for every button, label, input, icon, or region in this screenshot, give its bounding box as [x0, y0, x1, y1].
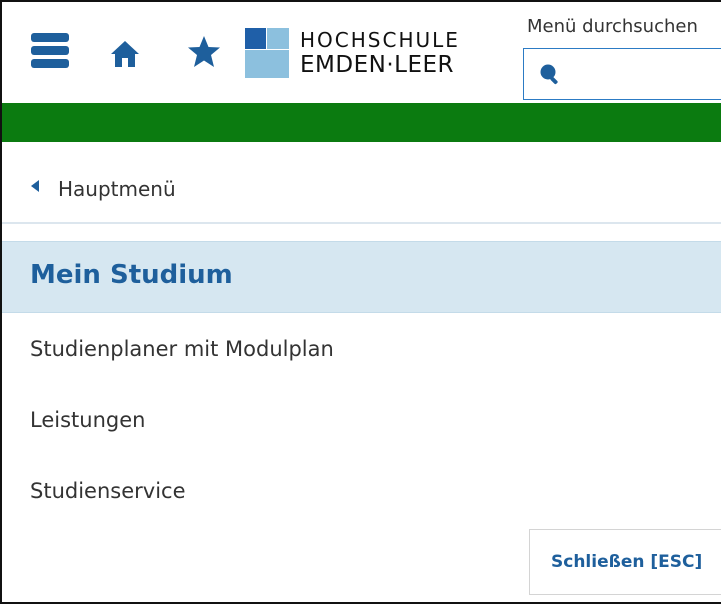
star-icon[interactable] — [187, 35, 221, 69]
menu-icon[interactable] — [31, 32, 69, 70]
logo-mark — [245, 28, 266, 49]
logo-mark-part — [267, 28, 289, 49]
section-header: Mein Studium — [2, 241, 721, 313]
search-label: Menü durchsuchen — [527, 16, 698, 37]
logo-text-line1: HOCHSCHULE — [300, 28, 460, 52]
back-to-main-menu[interactable]: Hauptmenü — [2, 142, 721, 224]
home-icon[interactable] — [110, 40, 140, 68]
header-accent-bar — [2, 103, 721, 142]
search-field[interactable] — [523, 48, 721, 100]
close-button-label: Schließen [ESC] — [551, 552, 703, 572]
menu-item-studienservice[interactable]: Studienservice — [30, 479, 186, 503]
logo-text-line2: EMDEN·LEER — [300, 52, 454, 78]
section-title: Mein Studium — [30, 260, 233, 290]
menu-item-studienplaner[interactable]: Studienplaner mit Modulplan — [30, 337, 334, 361]
search-icon — [540, 64, 558, 85]
menu-item-leistungen[interactable]: Leistungen — [30, 408, 145, 432]
app-frame: HOCHSCHULE EMDEN·LEER Menü durchsuchen H… — [0, 0, 721, 604]
chevron-left-icon — [31, 180, 39, 192]
search-input[interactable] — [568, 57, 721, 93]
back-label: Hauptmenü — [58, 177, 176, 201]
university-logo[interactable]: HOCHSCHULE EMDEN·LEER — [245, 28, 485, 80]
logo-mark-part — [245, 50, 289, 78]
close-button[interactable]: Schließen [ESC] — [529, 529, 721, 595]
header: HOCHSCHULE EMDEN·LEER Menü durchsuchen — [2, 2, 721, 103]
